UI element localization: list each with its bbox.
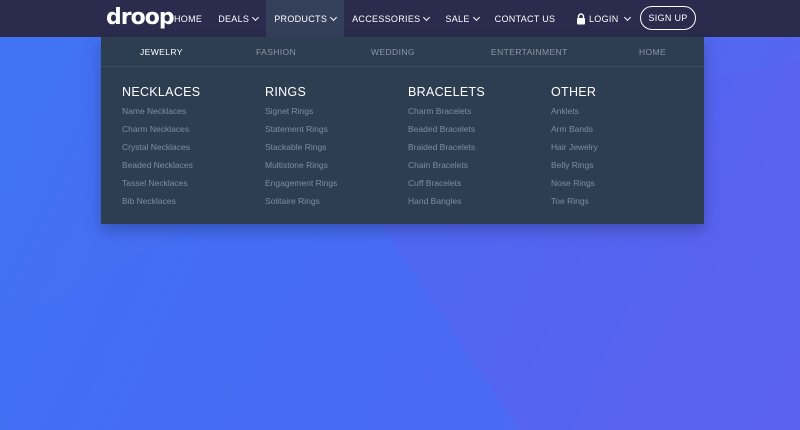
nav-item-accessories[interactable]: ACCESSORIES — [344, 0, 437, 37]
tab-wedding[interactable]: WEDDING — [371, 37, 415, 67]
nav-item-label: HOME — [174, 13, 203, 24]
signup-button[interactable]: SIGN UP — [640, 6, 696, 30]
menu-link[interactable]: Engagement Rings — [265, 176, 337, 194]
menu-link[interactable]: Signet Rings — [265, 104, 337, 122]
nav-item-label: CONTACT US — [494, 13, 556, 24]
chevron-down-icon — [423, 13, 431, 21]
menu-link[interactable]: Multistone Rings — [265, 158, 337, 176]
main-nav: HOME DEALS PRODUCTS ACCESSORIES SALE CON… — [166, 0, 563, 37]
tab-jewelry[interactable]: JEWELRY — [140, 37, 183, 67]
nav-item-label: SALE — [445, 13, 470, 24]
column-heading: RINGS — [265, 85, 307, 99]
menu-link[interactable]: Beaded Necklaces — [122, 158, 200, 176]
menu-link[interactable]: Bib Necklaces — [122, 194, 200, 212]
column-heading: NECKLACES — [122, 85, 201, 99]
column-heading: OTHER — [551, 85, 597, 99]
nav-item-label: PRODUCTS — [274, 13, 328, 24]
column-necklaces: NECKLACES Name Necklaces Charm Necklaces… — [122, 84, 200, 212]
brand-logo[interactable]: droop — [106, 6, 175, 30]
menu-link[interactable]: Tassel Necklaces — [122, 176, 200, 194]
menu-link[interactable]: Nose Rings — [551, 176, 598, 194]
menu-link[interactable]: Cuff Bracelets — [408, 176, 485, 194]
chevron-down-icon — [330, 13, 338, 21]
chevron-down-icon — [623, 13, 631, 21]
column-heading: BRACELETS — [408, 85, 486, 99]
lock-icon — [577, 12, 585, 24]
nav-item-deals[interactable]: DEALS — [210, 0, 266, 37]
tab-fashion[interactable]: FASHION — [256, 37, 296, 67]
nav-item-products[interactable]: PRODUCTS — [266, 0, 345, 37]
tab-entertainment[interactable]: ENTERTAINMENT — [491, 37, 568, 67]
login-label: LOGIN — [589, 13, 619, 24]
menu-link[interactable]: Stackable Rings — [265, 140, 337, 158]
menu-link[interactable]: Hair Jewelry — [551, 140, 598, 158]
tab-home[interactable]: HOME — [639, 37, 666, 67]
column-other: OTHER Anklets Arm Bands Hair Jewelry Bel… — [551, 84, 598, 212]
column-rings: RINGS Signet Rings Statement Rings Stack… — [265, 84, 337, 212]
menu-link[interactable]: Name Necklaces — [122, 104, 200, 122]
nav-item-home[interactable]: HOME — [166, 0, 210, 37]
menu-link[interactable]: Toe Rings — [551, 194, 598, 212]
nav-item-label: ACCESSORIES — [352, 13, 421, 24]
login-menu[interactable]: LOGIN — [576, 0, 631, 37]
nav-item-contact-us[interactable]: CONTACT US — [487, 0, 564, 37]
menu-link[interactable]: Chain Bracelets — [408, 158, 485, 176]
menu-link[interactable]: Beaded Bracelets — [408, 122, 485, 140]
menu-link[interactable]: Anklets — [551, 104, 598, 122]
menu-link[interactable]: Crystal Necklaces — [122, 140, 200, 158]
top-navigation-bar: droop HOME DEALS PRODUCTS ACCESSORIES SA… — [0, 0, 800, 37]
menu-link[interactable]: Arm Bands — [551, 122, 598, 140]
column-bracelets: BRACELETS Charm Bracelets Beaded Bracele… — [408, 84, 485, 212]
menu-link[interactable]: Hand Bangles — [408, 194, 485, 212]
chevron-down-icon — [472, 13, 480, 21]
chevron-down-icon — [252, 13, 260, 21]
menu-link[interactable]: Statement Rings — [265, 122, 337, 140]
nav-item-label: DEALS — [218, 13, 250, 24]
nav-item-sale[interactable]: SALE — [437, 0, 486, 37]
menu-link[interactable]: Belly Rings — [551, 158, 598, 176]
category-tabs: JEWELRY FASHION WEDDING ENTERTAINMENT HO… — [101, 37, 704, 67]
menu-link[interactable]: Braided Bracelets — [408, 140, 485, 158]
menu-link[interactable]: Charm Necklaces — [122, 122, 200, 140]
menu-link[interactable]: Solitaire Rings — [265, 194, 337, 212]
menu-link[interactable]: Charm Bracelets — [408, 104, 485, 122]
products-mega-menu: JEWELRY FASHION WEDDING ENTERTAINMENT HO… — [101, 37, 704, 224]
